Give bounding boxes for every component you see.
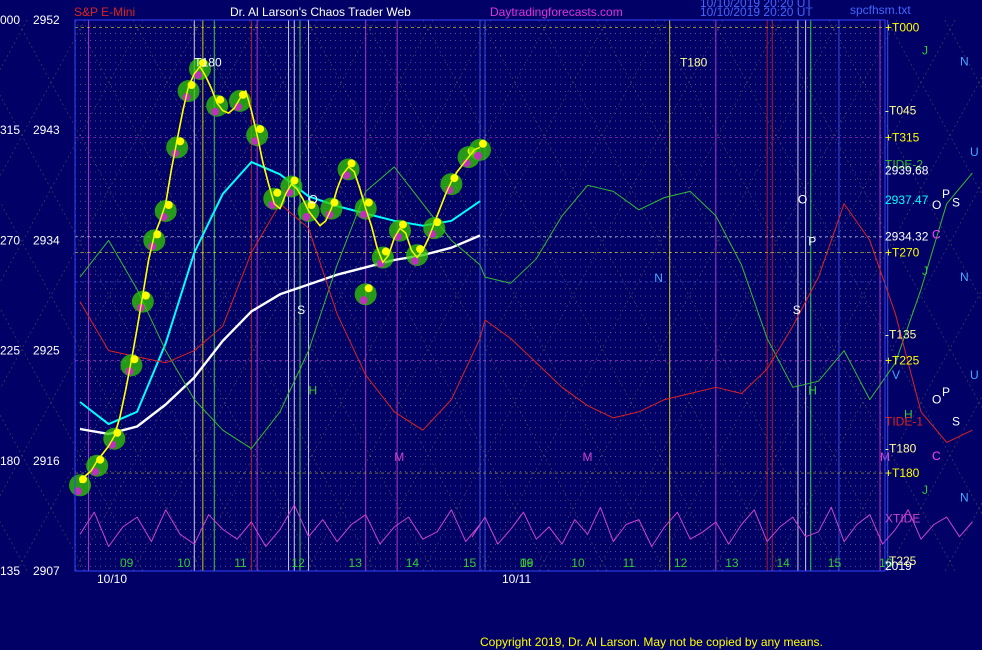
- right-label: 2937.47: [885, 193, 929, 207]
- glow-ball-top: [273, 188, 282, 197]
- right-label: N: [960, 491, 969, 505]
- chart-title: Dr. Al Larson's Chaos Trader Web: [230, 5, 411, 19]
- right-label: S: [952, 415, 960, 429]
- y-angle-tick: 180: [0, 454, 20, 468]
- glow-ball-bottom: [473, 151, 482, 160]
- right-label: P: [942, 385, 950, 399]
- right-label: +T000: [885, 20, 920, 34]
- x-hour-tick: 13: [349, 556, 363, 570]
- y-angle-tick: 000: [0, 13, 20, 27]
- file-label: spcfhsm.txt: [850, 3, 911, 17]
- y-angle-tick: 270: [0, 233, 20, 247]
- glow-ball-bottom: [302, 213, 311, 222]
- y-price-tick: 2943: [33, 123, 60, 137]
- right-label: 2934.32: [885, 230, 929, 244]
- copyright-label: Copyright 2019, Dr. Al Larson. May not b…: [480, 635, 823, 649]
- x-hour-tick: 09: [120, 556, 134, 570]
- glow-ball-top: [364, 198, 373, 207]
- chart-letter: O: [798, 193, 807, 207]
- y-price-tick: 2907: [33, 564, 60, 578]
- x-hour-tick: 14: [777, 556, 791, 570]
- right-label: -T045: [885, 104, 917, 118]
- site-label: Daytradingforecasts.com: [490, 5, 623, 19]
- right-label: U: [970, 368, 979, 382]
- glow-ball-top: [290, 176, 299, 185]
- glow-ball-bottom: [411, 257, 420, 266]
- x-hour-tick: 10: [177, 556, 191, 570]
- chart-letter: N: [654, 271, 663, 285]
- x-hour-tick: 11: [623, 556, 636, 570]
- right-label: -T135: [885, 328, 917, 342]
- right-label: J: [922, 483, 928, 497]
- x-hour-tick: 15: [828, 556, 842, 570]
- chart-letter: T180: [680, 56, 708, 70]
- chart-letter: M: [394, 450, 404, 464]
- chart-letter: S: [297, 303, 305, 317]
- x-hour-tick: 12: [291, 556, 305, 570]
- right-label: C: [932, 449, 941, 463]
- right-label: XTIDE: [885, 511, 920, 525]
- x-date-label: 10/10: [97, 572, 127, 586]
- glow-ball-top: [478, 139, 487, 148]
- glow-ball-top: [398, 220, 407, 229]
- right-label: N: [960, 55, 969, 69]
- chart-letter: H: [309, 384, 318, 398]
- y-price-tick: 2925: [33, 344, 60, 358]
- y-price-tick: 2952: [33, 13, 60, 27]
- chart-letter: H: [808, 384, 817, 398]
- instrument-label: S&P E-Mini: [74, 5, 135, 19]
- x-hour-tick: 11: [234, 556, 247, 570]
- right-label: +T225: [885, 353, 920, 367]
- right-label: +T270: [885, 246, 920, 260]
- right-label: J: [922, 44, 928, 58]
- chart-letter: T180: [194, 56, 222, 70]
- right-label: +T315: [885, 131, 920, 145]
- glow-ball-bottom: [211, 107, 220, 116]
- glow-ball-bottom: [359, 296, 368, 305]
- right-label: U: [970, 145, 979, 159]
- x-hour-tick: 14: [406, 556, 420, 570]
- x-hour-tick: 10: [571, 556, 585, 570]
- right-label: -T180: [885, 442, 917, 456]
- x-hour-tick: 13: [725, 556, 739, 570]
- chart-letter: O: [309, 193, 318, 207]
- right-label: 2939.68: [885, 164, 929, 178]
- right-label: V: [892, 368, 900, 382]
- y-angle-tick: 315: [0, 123, 20, 137]
- x-hour-tick: 15: [463, 556, 477, 570]
- chart-letter: P: [808, 234, 816, 248]
- y-angle-tick: 225: [0, 344, 20, 358]
- right-label: N: [960, 270, 969, 284]
- glow-ball-top: [256, 125, 265, 134]
- y-angle-tick: 135: [0, 564, 20, 578]
- x-hour-tick: 09: [520, 556, 534, 570]
- chaos-trader-chart: T180 T180O OPNS SH HM M M 000 2952315 2943270 293…: [0, 0, 982, 650]
- right-label: C: [932, 227, 941, 241]
- y-price-tick: 2916: [33, 454, 60, 468]
- x-date-label: 10/11: [502, 572, 531, 586]
- timestamp-line-2: 10/10/2019 20:20 UT: [700, 5, 813, 19]
- right-label: S: [952, 195, 960, 209]
- right-label: TIDE-1: [885, 415, 923, 429]
- right-label: O: [932, 198, 941, 212]
- chart-letter: M: [582, 450, 592, 464]
- y-price-tick: 2934: [33, 233, 60, 247]
- x-hour-tick: 12: [674, 556, 688, 570]
- right-label: P: [942, 187, 950, 201]
- chart-letter: S: [793, 303, 801, 317]
- right-label: 2019: [885, 559, 912, 573]
- glow-ball-top: [364, 284, 373, 293]
- right-label: J: [922, 264, 928, 278]
- right-label: O: [932, 393, 941, 407]
- right-label: +T180: [885, 466, 920, 480]
